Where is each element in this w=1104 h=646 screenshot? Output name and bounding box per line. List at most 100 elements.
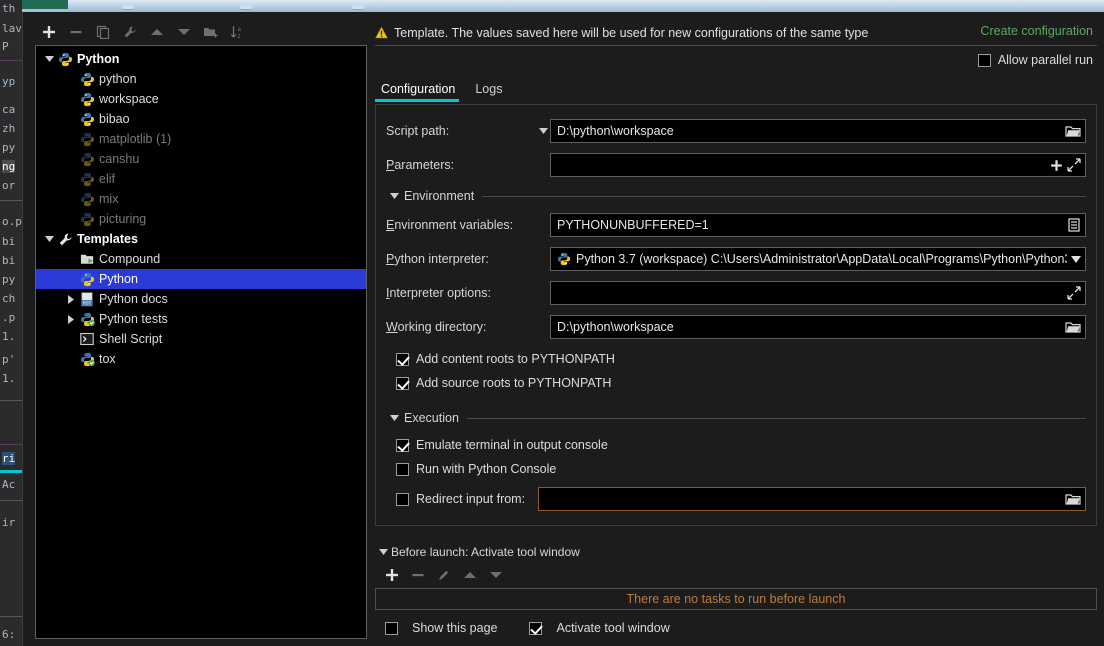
python-tests-icon: [78, 350, 96, 368]
tab-configuration[interactable]: Configuration: [375, 82, 469, 102]
tree-item-label: elif: [99, 172, 115, 186]
tree-item-tox[interactable]: tox: [36, 349, 366, 369]
emulate-terminal-row: Emulate terminal in output console: [386, 433, 1086, 457]
title-bar-control[interactable]: [352, 5, 364, 10]
background-text-fragment: .p: [2, 311, 16, 324]
configurations-tree[interactable]: Python python workspace bibao matplotlib…: [35, 45, 367, 639]
svg-text:z: z: [238, 34, 241, 39]
chevron-down-icon[interactable]: [386, 193, 402, 199]
minus-icon: [411, 568, 425, 585]
python-interpreter-label: Python interpreter:: [386, 252, 489, 266]
expand-icon[interactable]: [1067, 286, 1081, 300]
tree-item-python[interactable]: Python: [36, 49, 366, 69]
environment-section-header[interactable]: Environment: [386, 185, 1086, 207]
execution-section-header[interactable]: Execution: [386, 407, 1086, 429]
script-path-field[interactable]: D:\python\workspace: [550, 119, 1086, 143]
tree-item-python[interactable]: python: [36, 69, 366, 89]
chevron-down-icon[interactable]: [42, 229, 56, 249]
run-with-python-console-checkbox[interactable]: [396, 462, 409, 476]
add-source-roots-row: Add source roots to PYTHONPATH: [386, 371, 1086, 395]
tree-item-canshu[interactable]: canshu: [36, 149, 366, 169]
working-directory-field[interactable]: D:\python\workspace: [550, 315, 1086, 339]
edit-templates-button[interactable]: [116, 21, 143, 43]
list-edit-icon[interactable]: [1067, 218, 1081, 232]
expand-icon[interactable]: [1067, 158, 1081, 172]
move-down-button[interactable]: [170, 21, 197, 43]
allow-parallel-run-checkbox[interactable]: [977, 53, 991, 67]
title-bar-control[interactable]: [240, 5, 252, 10]
interpreter-options-row: Interpreter options:: [386, 279, 1086, 307]
tree-item-shell-script[interactable]: Shell Script: [36, 329, 366, 349]
tree-item-elif[interactable]: elif: [36, 169, 366, 189]
allow-parallel-run-label: Allow parallel run: [997, 53, 1093, 67]
tree-item-matplotlib-1[interactable]: matplotlib (1): [36, 129, 366, 149]
folder-open-icon[interactable]: [1065, 492, 1081, 506]
tree-item-python[interactable]: Python: [36, 269, 366, 289]
edit-task-button[interactable]: [433, 566, 455, 586]
editor-tabs: Configuration Logs: [375, 74, 1097, 102]
tab-logs[interactable]: Logs: [469, 82, 516, 102]
task-move-down-button[interactable]: [485, 566, 507, 586]
move-up-button[interactable]: [143, 21, 170, 43]
chevron-down-icon[interactable]: [386, 415, 402, 421]
tree-item-picturing[interactable]: picturing: [36, 209, 366, 229]
chevron-down-icon[interactable]: [375, 549, 391, 555]
move-into-folder-button[interactable]: [197, 21, 224, 43]
python-icon: [557, 252, 571, 266]
chevron-down-icon[interactable]: [42, 49, 56, 69]
pencil-icon: [437, 568, 451, 585]
dialog-body: az Python python workspace bibao matplot…: [22, 12, 1104, 646]
python-icon-dim: [78, 190, 96, 208]
tree-item-mix[interactable]: mix: [36, 189, 366, 209]
tree-item-workspace[interactable]: workspace: [36, 89, 366, 109]
interpreter-options-field[interactable]: [550, 281, 1086, 305]
add-content-roots-checkbox[interactable]: [396, 352, 409, 366]
before-launch-header[interactable]: Before launch: Activate tool window: [375, 540, 1097, 564]
shell-icon: [78, 330, 96, 348]
create-configuration-link[interactable]: Create configuration: [980, 24, 1093, 38]
tree-item-compound[interactable]: Compound: [36, 249, 366, 269]
add-task-button[interactable]: [381, 566, 403, 586]
environment-variables-field[interactable]: PYTHONUNBUFFERED=1: [550, 213, 1086, 237]
remove-task-button[interactable]: [407, 566, 429, 586]
title-bar-control[interactable]: [122, 5, 134, 10]
tree-item-label: Compound: [99, 252, 161, 266]
before-launch-task-list[interactable]: There are no tasks to run before launch: [375, 588, 1097, 610]
warning-triangle-icon: [375, 26, 388, 39]
python-interpreter-value: Python 3.7 (workspace) C:\Users\Administ…: [576, 252, 1067, 266]
window-title-bar: [22, 0, 1104, 12]
tree-item-templates[interactable]: Templates: [36, 229, 366, 249]
title-bar-accent: [22, 0, 68, 9]
sort-configurations-button[interactable]: az: [224, 21, 251, 43]
redirect-input-checkbox[interactable]: [396, 492, 409, 506]
add-source-roots-checkbox[interactable]: [396, 376, 409, 390]
chevron-right-icon[interactable]: [64, 309, 78, 329]
show-this-page-checkbox[interactable]: [385, 621, 398, 635]
chevron-down-icon[interactable]: [1071, 255, 1081, 263]
task-move-up-button[interactable]: [459, 566, 481, 586]
redirect-input-field[interactable]: [538, 487, 1086, 511]
remove-configuration-button[interactable]: [62, 21, 89, 43]
tree-item-python-tests[interactable]: Python tests: [36, 309, 366, 329]
folder-open-icon[interactable]: [1065, 124, 1081, 138]
emulate-terminal-checkbox[interactable]: [396, 438, 409, 452]
tree-item-bibao[interactable]: bibao: [36, 109, 366, 129]
working-directory-row: Working directory: D:\python\workspace: [386, 313, 1086, 341]
activate-tool-window-label: Activate tool window: [556, 621, 670, 635]
tree-item-label: canshu: [99, 152, 140, 166]
python-interpreter-field[interactable]: Python 3.7 (workspace) C:\Users\Administ…: [550, 247, 1086, 271]
tree-item-label: Shell Script: [99, 332, 163, 346]
copy-configuration-button[interactable]: [89, 21, 116, 43]
activate-tool-window-checkbox[interactable]: [529, 621, 543, 635]
wrench-icon: [56, 230, 74, 248]
chevron-right-icon[interactable]: [64, 289, 78, 309]
add-configuration-button[interactable]: [35, 21, 62, 43]
script-path-mode-dropdown[interactable]: [536, 128, 550, 134]
plus-icon[interactable]: [1050, 159, 1063, 172]
sort-az-icon: az: [230, 25, 245, 39]
tree-item-python-docs[interactable]: RST Python docs: [36, 289, 366, 309]
parameters-field[interactable]: [550, 153, 1086, 177]
folder-open-icon[interactable]: [1065, 320, 1081, 334]
